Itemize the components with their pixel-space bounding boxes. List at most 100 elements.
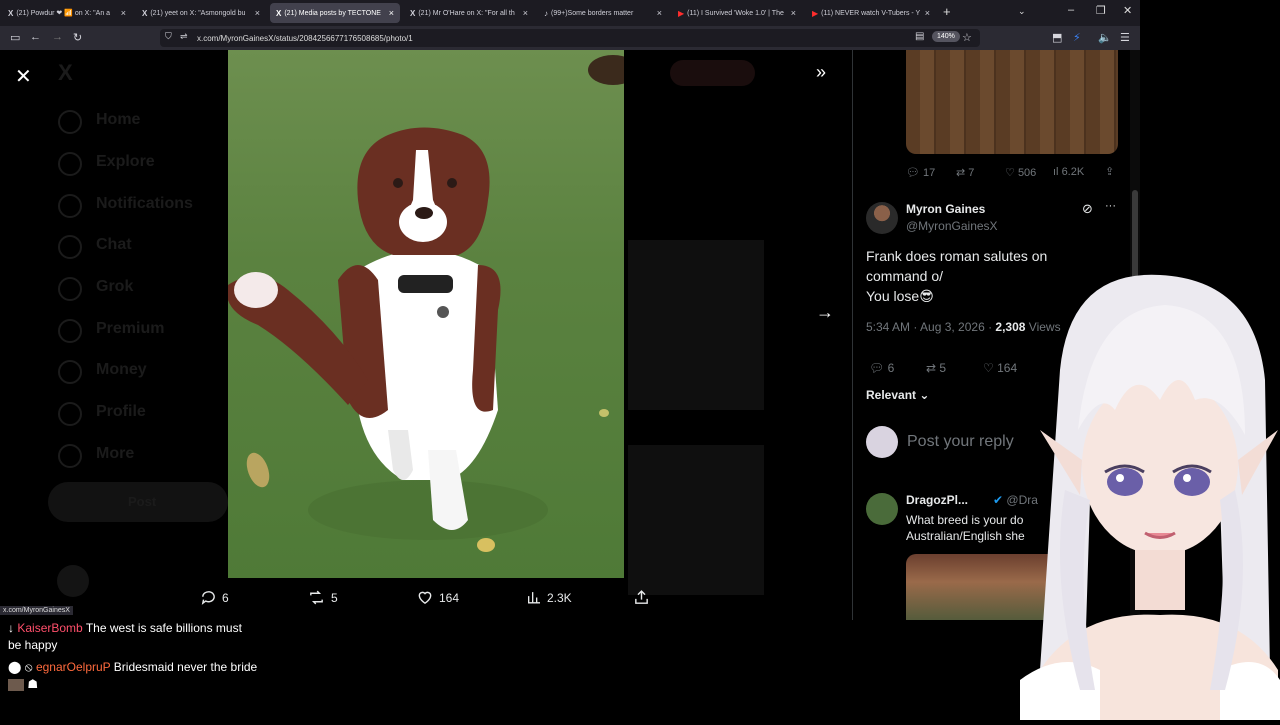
tweet-reply-count: 6 <box>887 361 895 375</box>
close-icon[interactable]: ✕ <box>15 64 32 89</box>
browser-tab-active[interactable]: X (21) Media posts by TECTONE × <box>270 3 400 23</box>
tab-title: (21) yeet on X: "Asmongold bu <box>150 9 246 17</box>
verified-badge-icon: ✔ <box>993 493 1004 507</box>
browser-tab-bar: X (21) Powdur ❤ 📶 on X: "An a × X (21) y… <box>0 0 1140 26</box>
more-options-icon[interactable]: ··· <box>1105 200 1116 212</box>
tweet-reply-stat[interactable]: 💬︎ 6 <box>869 361 894 375</box>
prev-like-stat[interactable]: ♡ 506 <box>1005 166 1037 180</box>
zoom-level[interactable]: 140% <box>932 31 960 42</box>
back-icon[interactable]: ← <box>30 31 41 43</box>
chat-username: KaiserBomb <box>17 621 83 635</box>
tweet-time[interactable]: 5:34 AM · Aug 3, 2026 · <box>866 320 995 334</box>
sidebar-icon[interactable]: ▭ <box>10 31 20 44</box>
browser-tab[interactable]: X (21) yeet on X: "Asmongold bu × <box>136 3 266 23</box>
reply-count: 6 <box>222 590 229 605</box>
nav-more[interactable]: More <box>96 445 134 463</box>
search-icon[interactable] <box>58 152 82 176</box>
close-tab-icon[interactable]: × <box>252 8 260 18</box>
like-count: 164 <box>439 590 460 605</box>
close-tab-icon[interactable]: × <box>118 8 126 18</box>
previous-tweet-image[interactable] <box>906 50 1118 154</box>
grok-icon[interactable] <box>58 277 82 301</box>
post-button-label: Post <box>128 494 157 509</box>
prev-like-count: 506 <box>1017 166 1037 179</box>
author-name[interactable]: Myron Gaines <box>906 202 985 216</box>
dog-photo[interactable] <box>228 50 624 578</box>
prev-repost-stat[interactable]: ⇄ 7 <box>956 166 974 180</box>
chevron-down-icon[interactable]: ⌄ <box>1018 6 1026 17</box>
expand-panel-icon[interactable]: » <box>816 62 826 83</box>
nav-chat[interactable]: Chat <box>96 236 132 254</box>
heart-icon: ♡ <box>1005 167 1015 179</box>
home-icon[interactable] <box>58 110 82 134</box>
reply-author-name[interactable]: DragozPl... <box>906 493 968 507</box>
bell-icon[interactable] <box>58 194 82 218</box>
tweet-repost-stat[interactable]: ⇄ 5 <box>926 361 946 375</box>
tab-title: (99+)Some borders matter <box>551 9 634 17</box>
x-logo-icon: X <box>142 8 148 18</box>
menu-icon[interactable]: ☰ <box>1120 31 1130 44</box>
browser-tab[interactable]: X (21) Powdur ❤ 📶 on X: "An a × <box>2 3 132 23</box>
nav-money[interactable]: Money <box>96 361 147 379</box>
reply-input[interactable]: Post your reply <box>907 433 1014 451</box>
tab-title: (11) NEVER watch V-Tubers - Y <box>821 9 921 17</box>
share-button[interactable] <box>633 589 655 606</box>
restore-icon[interactable]: ❐ <box>1096 4 1106 17</box>
new-tab-icon[interactable]: + <box>943 4 951 19</box>
nav-explore[interactable]: Explore <box>96 153 155 171</box>
tweet-like-stat[interactable]: ♡ 164 <box>983 361 1017 375</box>
nav-premium[interactable]: Premium <box>96 320 164 338</box>
premium-icon[interactable] <box>58 319 82 343</box>
nav-notifications[interactable]: Notifications <box>96 195 193 213</box>
extension-icon[interactable]: ⚡ <box>1073 31 1081 44</box>
window-close-icon[interactable]: ✕ <box>1123 4 1132 17</box>
browser-tab[interactable]: ▶ (11) NEVER watch V-Tubers - Y × <box>806 3 936 23</box>
arrow-right-icon[interactable]: → <box>816 302 834 323</box>
profile-icon[interactable] <box>58 402 82 426</box>
bookmark-star-icon[interactable]: ☆ <box>962 31 972 44</box>
browser-tab[interactable]: ♪ (99+)Some borders matter × <box>538 3 668 23</box>
reply-text-line: What breed is your do <box>906 513 1024 527</box>
close-tab-icon[interactable]: × <box>922 8 930 18</box>
avatar <box>866 426 898 458</box>
author-handle[interactable]: @MyronGainesX <box>906 219 998 233</box>
avatar[interactable] <box>866 202 898 234</box>
more-icon[interactable] <box>58 444 82 468</box>
nav-home[interactable]: Home <box>96 111 140 129</box>
close-tab-icon[interactable]: × <box>386 8 394 18</box>
emote-icon <box>8 678 24 691</box>
close-tab-icon[interactable]: × <box>788 8 796 18</box>
shield-icon[interactable]: ⛉ <box>165 31 172 42</box>
like-button[interactable]: 164 <box>416 589 459 606</box>
forward-icon[interactable]: → <box>52 31 63 43</box>
chat-icon[interactable] <box>58 235 82 259</box>
permissions-icon[interactable]: ⇌ <box>180 31 188 42</box>
nav-profile[interactable]: Profile <box>96 403 146 421</box>
post-button[interactable]: Post <box>48 482 228 522</box>
views-button[interactable]: 2.3K <box>526 589 572 606</box>
prev-reply-stat[interactable]: 💬︎ 17 <box>906 166 935 180</box>
browser-tab[interactable]: X (21) Mr O'Hare on X: "For all th × <box>404 3 534 23</box>
account-avatar[interactable] <box>57 565 89 597</box>
reload-icon[interactable]: ↻ <box>73 31 82 44</box>
address-bar[interactable]: x.com/MyronGainesX/status/20842566771765… <box>160 29 980 47</box>
audio-icon[interactable]: 🔈 <box>1098 31 1112 44</box>
chat-badge-icon: ⬤ <box>8 660 22 674</box>
close-tab-icon[interactable]: × <box>520 8 528 18</box>
grok-icon[interactable]: ⊘ <box>1082 201 1093 217</box>
reader-view-icon[interactable]: ▤ <box>915 31 924 42</box>
money-icon[interactable] <box>58 360 82 384</box>
close-tab-icon[interactable]: × <box>654 8 662 18</box>
sort-dropdown[interactable]: Relevant ⌄ <box>866 388 929 402</box>
extensions-icon[interactable]: ⬒ <box>1052 31 1062 44</box>
repost-button[interactable]: 5 <box>307 589 338 606</box>
browser-tab[interactable]: ▶ (11) I Survived 'Woke 1.0' | The × <box>672 3 802 23</box>
minimize-icon[interactable]: – <box>1068 4 1074 16</box>
prev-views-stat[interactable]: ıl 6.2K <box>1053 166 1084 178</box>
reply-button[interactable]: 6 <box>200 589 229 606</box>
nav-grok[interactable]: Grok <box>96 278 133 296</box>
x-logo-icon[interactable]: X <box>58 60 73 86</box>
share-icon[interactable]: ⇪ <box>1105 165 1114 178</box>
avatar[interactable] <box>866 493 898 525</box>
dog-illustration <box>228 55 624 552</box>
